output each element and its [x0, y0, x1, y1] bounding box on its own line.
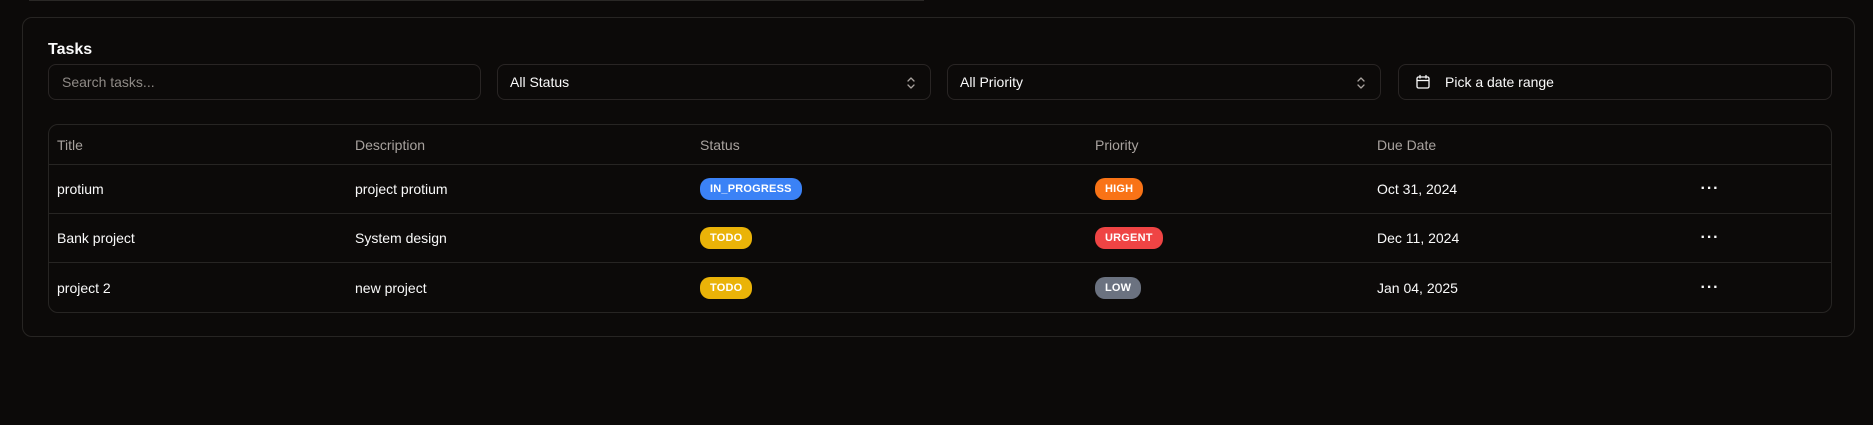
- table-row[interactable]: Bank project System design TODO URGENT D…: [49, 214, 1831, 263]
- table-row[interactable]: project 2 new project TODO LOW Jan 04, 2…: [49, 263, 1831, 312]
- priority-select-value: All Priority: [960, 74, 1024, 90]
- priority-select[interactable]: All Priority: [947, 64, 1381, 100]
- task-due-date: Oct 31, 2024: [1377, 181, 1458, 197]
- status-badge: TODO: [700, 276, 753, 299]
- status-select[interactable]: All Status: [497, 64, 931, 100]
- task-title: Bank project: [57, 230, 135, 246]
- more-horizontal-icon[interactable]: ···: [1701, 279, 1720, 297]
- status-select-value: All Status: [510, 74, 570, 90]
- header-status[interactable]: Status: [700, 125, 740, 164]
- priority-badge: URGENT: [1095, 227, 1163, 249]
- date-range-label: Pick a date range: [1445, 74, 1554, 90]
- card-title: Tasks: [48, 41, 93, 58]
- task-description: new project: [355, 279, 427, 296]
- priority-badge: HIGH: [1095, 178, 1144, 200]
- more-horizontal-icon[interactable]: ···: [1701, 229, 1720, 247]
- table-header-row: Title Description Status Priority Due Da…: [49, 125, 1831, 165]
- status-badge: IN_PROGRESS: [700, 178, 802, 200]
- chevron-up-down-icon: [907, 77, 915, 89]
- table-row[interactable]: protium project protium IN_PROGRESS HIGH…: [49, 165, 1831, 214]
- task-description: System design: [355, 230, 447, 246]
- search-input[interactable]: [60, 73, 480, 91]
- task-title: project 2: [57, 279, 111, 296]
- chevron-up-down-icon: [1357, 77, 1365, 89]
- status-badge: TODO: [700, 227, 753, 249]
- header-title[interactable]: Title: [57, 125, 83, 164]
- task-description: project protium: [355, 181, 448, 197]
- header-description[interactable]: Description: [355, 125, 425, 164]
- more-horizontal-icon[interactable]: ···: [1701, 180, 1720, 198]
- tasks-table: Title Description Status Priority Due Da…: [48, 124, 1832, 313]
- search-field[interactable]: [48, 64, 481, 100]
- top-divider: [29, 0, 924, 1]
- task-title: protium: [57, 181, 104, 197]
- calendar-icon: [1416, 74, 1430, 89]
- priority-badge: LOW: [1095, 276, 1142, 299]
- header-due-date[interactable]: Due Date: [1377, 125, 1436, 164]
- task-due-date: Dec 11, 2024: [1377, 230, 1460, 246]
- task-due-date: Jan 04, 2025: [1377, 279, 1458, 296]
- tasks-card: Tasks All Status All Priority Pick a dat…: [22, 17, 1855, 337]
- header-priority[interactable]: Priority: [1095, 125, 1139, 164]
- date-range-picker[interactable]: Pick a date range: [1398, 64, 1832, 100]
